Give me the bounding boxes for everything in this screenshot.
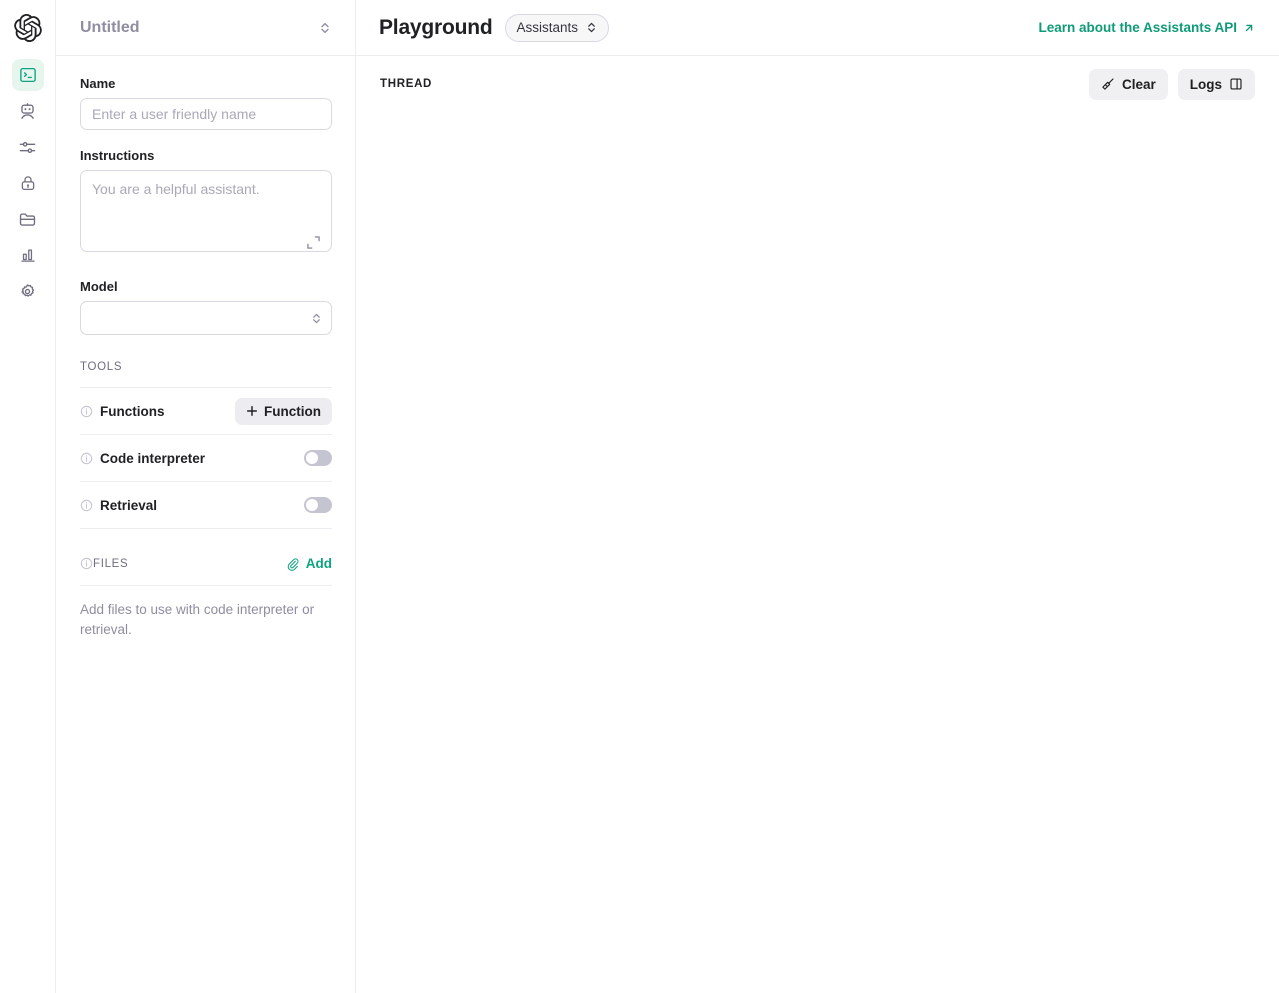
model-field-label: Model: [80, 279, 331, 294]
sliders-icon: [18, 138, 37, 157]
mode-selector-label: Assistants: [517, 20, 579, 35]
terminal-icon: [19, 66, 37, 84]
thread-label: THREAD: [380, 78, 1089, 90]
tool-name-functions: Functions: [100, 404, 235, 419]
assistant-config-body: Name Instructions Model: [56, 56, 355, 639]
name-field-label: Name: [80, 76, 331, 91]
robot-icon: [18, 102, 37, 121]
header-left: Playground Assistants: [356, 14, 1038, 42]
gear-icon: [18, 282, 37, 301]
playground-app: Untitled Name Instructions: [0, 0, 1279, 993]
sidebar-item-playground[interactable]: [12, 59, 44, 91]
mode-selector[interactable]: Assistants: [505, 14, 610, 42]
instructions-textarea[interactable]: [80, 170, 332, 252]
chevron-updown-icon: [311, 312, 322, 325]
paperclip-icon: [286, 557, 300, 571]
assistants-api-docs-label: Learn about the Assistants API: [1038, 20, 1237, 35]
info-icon[interactable]: [80, 557, 93, 570]
clear-thread-label: Clear: [1122, 77, 1156, 92]
sidebar-item-storage[interactable]: [12, 203, 44, 235]
logs-button[interactable]: Logs: [1178, 69, 1255, 100]
tool-row-retrieval: Retrieval: [80, 482, 332, 529]
assistant-name-title: Untitled: [80, 19, 319, 37]
tool-row-code-interpreter: Code interpreter: [80, 435, 332, 482]
tool-name-retrieval: Retrieval: [100, 498, 304, 513]
info-icon[interactable]: [80, 405, 93, 418]
files-empty-text: Add files to use with code interpreter o…: [80, 600, 332, 639]
code-interpreter-toggle[interactable]: [304, 450, 332, 466]
instructions-field-wrap: [80, 170, 332, 257]
chevron-updown-icon[interactable]: [319, 21, 331, 35]
add-function-label: Function: [264, 404, 321, 419]
panel-right-icon: [1229, 77, 1243, 91]
info-icon[interactable]: [80, 452, 93, 465]
clear-thread-button[interactable]: Clear: [1089, 69, 1168, 100]
retrieval-toggle[interactable]: [304, 497, 332, 513]
lock-icon: [19, 174, 37, 192]
assistant-config-panel: Untitled Name Instructions: [56, 0, 356, 993]
main-column: Playground Assistants Learn about the As…: [356, 0, 1279, 993]
primary-nav-rail: [0, 0, 56, 993]
plus-icon: [246, 405, 258, 417]
thread-message-list[interactable]: [356, 112, 1279, 993]
files-section-label: FILES: [93, 558, 286, 570]
thread-toolbar: THREAD Clear Logs: [356, 56, 1279, 112]
expand-icon[interactable]: [307, 236, 320, 249]
sidebar-item-fine-tuning[interactable]: [12, 131, 44, 163]
toggle-knob: [306, 499, 318, 511]
tools-section-label: TOOLS: [80, 361, 331, 373]
tool-name-code-interpreter: Code interpreter: [100, 451, 304, 466]
chevron-updown-icon: [586, 21, 597, 34]
assistants-api-docs-link[interactable]: Learn about the Assistants API: [1038, 20, 1255, 35]
sidebar-item-api-keys[interactable]: [12, 167, 44, 199]
add-function-button[interactable]: Function: [235, 398, 332, 425]
sidebar-item-assistants[interactable]: [12, 95, 44, 127]
files-section-header: FILES Add: [80, 542, 332, 586]
model-select[interactable]: [80, 301, 332, 335]
openai-logo[interactable]: [13, 13, 43, 43]
name-input[interactable]: [80, 98, 332, 130]
sidebar-item-usage[interactable]: [12, 239, 44, 271]
page-title: Playground: [379, 16, 493, 40]
app-header: Playground Assistants Learn about the As…: [356, 0, 1279, 56]
logs-button-label: Logs: [1190, 77, 1222, 92]
broom-icon: [1101, 77, 1115, 91]
instructions-field-label: Instructions: [80, 148, 331, 163]
thread-actions: Clear Logs: [1089, 69, 1255, 100]
bar-chart-icon: [19, 246, 37, 264]
tool-row-functions: Functions Function: [80, 388, 332, 435]
sidebar-item-settings[interactable]: [12, 275, 44, 307]
arrow-up-right-icon: [1243, 22, 1255, 34]
info-icon[interactable]: [80, 499, 93, 512]
add-files-button[interactable]: Add: [286, 556, 332, 571]
assistant-selector-header[interactable]: Untitled: [56, 0, 355, 56]
add-files-label: Add: [306, 556, 332, 571]
toggle-knob: [306, 452, 318, 464]
folder-icon: [18, 210, 37, 229]
